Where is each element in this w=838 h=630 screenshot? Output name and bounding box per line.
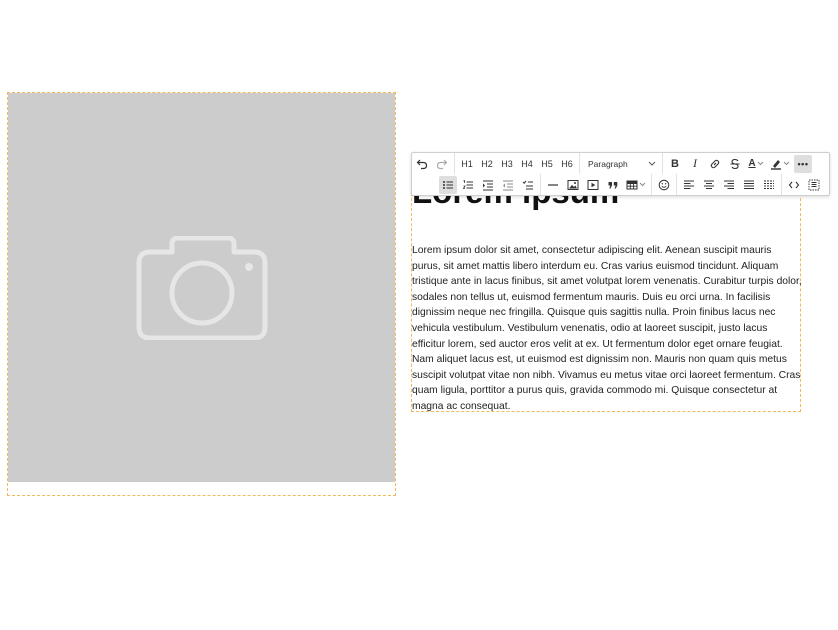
align-left-icon (684, 180, 694, 189)
heading-2-button[interactable]: H2 (478, 155, 496, 173)
content-paragraph[interactable]: Lorem ipsum dolor sit amet, consectetur … (412, 243, 802, 415)
source-code-button[interactable] (785, 176, 803, 194)
horizontal-line-icon (548, 183, 558, 186)
paragraph-format-label: Paragraph (588, 158, 628, 169)
emoji-icon (658, 179, 670, 190)
chevron-down-icon (783, 161, 790, 166)
toolbar-separator (662, 153, 663, 174)
image-icon (567, 179, 579, 190)
bulleted-list-button[interactable] (439, 175, 457, 194)
toolbar-separator (579, 153, 580, 174)
numbered-list-button[interactable] (459, 176, 477, 194)
align-center-button[interactable] (700, 176, 718, 194)
heading-5-button[interactable]: H5 (538, 155, 556, 173)
chevron-down-icon (639, 182, 646, 187)
link-button[interactable] (706, 155, 724, 173)
special-characters-icon (764, 180, 774, 189)
rich-text-toolbar: H1 H2 H3 H4 H5 H6 Paragraph B I A ••• (411, 152, 830, 196)
text-color-button[interactable]: A (746, 155, 766, 173)
insert-table-button[interactable] (624, 176, 648, 194)
redo-icon (436, 159, 448, 169)
text-color-letter: A (748, 158, 756, 169)
strikethrough-icon (730, 158, 740, 169)
italic-button[interactable]: I (686, 155, 704, 173)
insert-image-button[interactable] (564, 176, 582, 194)
align-right-button[interactable] (720, 176, 738, 194)
toolbar-row-2 (438, 174, 824, 195)
insert-media-button[interactable] (584, 176, 602, 194)
code-icon (788, 181, 800, 188)
heading-6-button[interactable]: H6 (558, 155, 576, 173)
highlight-color-button[interactable] (768, 155, 792, 173)
toolbar-separator (676, 174, 677, 195)
toolbar-separator (651, 174, 652, 195)
align-right-icon (724, 180, 734, 189)
indent-icon (483, 180, 493, 190)
numbered-list-icon (462, 179, 473, 189)
emoji-button[interactable] (655, 176, 673, 194)
align-left-button[interactable] (680, 176, 698, 194)
heading-4-button[interactable]: H4 (518, 155, 536, 173)
image-block[interactable] (7, 92, 396, 496)
quote-icon (608, 181, 618, 188)
highlighter-icon (771, 159, 781, 170)
toolbar-separator (781, 174, 782, 195)
indent-button[interactable] (479, 176, 497, 194)
bulleted-list-icon (443, 180, 453, 189)
media-icon (587, 179, 599, 190)
chevron-down-icon (648, 161, 656, 166)
image-placeholder[interactable] (8, 93, 395, 482)
undo-icon (416, 159, 428, 169)
strikethrough-button[interactable] (726, 155, 744, 173)
horizontal-line-button[interactable] (544, 176, 562, 194)
outdent-icon (503, 180, 513, 190)
toolbar-separator (540, 174, 541, 195)
camera-icon (136, 235, 267, 340)
align-center-icon (704, 180, 714, 189)
heading-1-button[interactable]: H1 (458, 155, 476, 173)
outdent-button[interactable] (499, 176, 517, 194)
undo-button[interactable] (413, 155, 431, 173)
align-justify-icon (744, 180, 754, 189)
heading-3-button[interactable]: H3 (498, 155, 516, 173)
bold-button[interactable]: B (666, 155, 684, 173)
todo-list-icon (522, 180, 533, 189)
toolbar-row-1: H1 H2 H3 H4 H5 H6 Paragraph B I A ••• (412, 153, 813, 174)
table-icon (626, 180, 638, 189)
block-quote-button[interactable] (604, 176, 622, 194)
redo-button[interactable] (433, 155, 451, 173)
link-icon (710, 159, 720, 168)
show-blocks-icon (808, 179, 820, 190)
toolbar-separator (454, 153, 455, 174)
special-characters-button[interactable] (760, 176, 778, 194)
todo-list-button[interactable] (519, 176, 537, 194)
more-options-button[interactable]: ••• (794, 154, 812, 173)
paragraph-format-select[interactable]: Paragraph (582, 155, 660, 173)
show-blocks-button[interactable] (805, 176, 823, 194)
align-justify-button[interactable] (740, 176, 758, 194)
text-block[interactable]: Lorem ipsum Lorem ipsum dolor sit amet, … (411, 173, 802, 415)
chevron-down-icon (757, 161, 764, 166)
